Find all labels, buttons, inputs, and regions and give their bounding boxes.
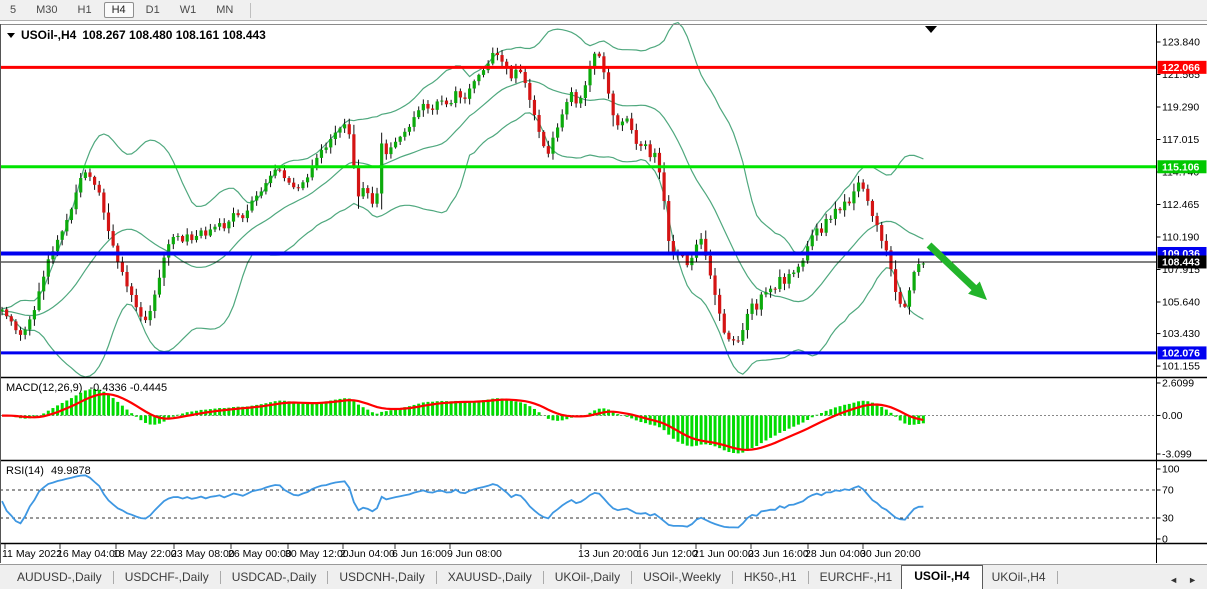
svg-text:26 May 00:00: 26 May 00:00 bbox=[228, 548, 292, 560]
rsi-value: 49.9878 bbox=[51, 465, 91, 477]
svg-text:16 Jun 12:00: 16 Jun 12:00 bbox=[637, 548, 698, 560]
tab-usdchf-daily[interactable]: USDCHF-,Daily bbox=[116, 566, 218, 589]
candles bbox=[0, 48, 925, 346]
tab-divider bbox=[808, 571, 809, 584]
svg-text:112.465: 112.465 bbox=[1162, 199, 1199, 211]
svg-text:119.290: 119.290 bbox=[1162, 102, 1199, 114]
tab-scroll-right-icon[interactable]: ► bbox=[1188, 575, 1197, 585]
macd-name: MACD(12,26,9) bbox=[6, 382, 82, 394]
date-axis: 11 May 202216 May 04:0018 May 22:0023 Ma… bbox=[2, 544, 921, 560]
macd-indicator-label: MACD(12,26,9) -0.4336 -0.4445 bbox=[6, 382, 167, 394]
tab-usdcad-daily[interactable]: USDCAD-,Daily bbox=[223, 566, 326, 589]
chart-title: USOil-,H4 108.267 108.480 108.161 108.44… bbox=[7, 28, 266, 42]
tab-divider bbox=[327, 571, 328, 584]
svg-text:11 May 2022: 11 May 2022 bbox=[2, 548, 62, 560]
tab-divider bbox=[220, 571, 221, 584]
tab-divider bbox=[631, 571, 632, 584]
tab-divider bbox=[732, 571, 733, 584]
svg-text:122.066: 122.066 bbox=[1162, 62, 1200, 74]
svg-text:13 Jun 20:00: 13 Jun 20:00 bbox=[578, 548, 639, 560]
svg-text:30 Jun 20:00: 30 Jun 20:00 bbox=[860, 548, 921, 560]
rsi-name: RSI(14) bbox=[6, 465, 44, 477]
tab-eurchf-h1[interactable]: EURCHF-,H1 bbox=[811, 566, 902, 589]
panel-borders bbox=[0, 24, 1207, 563]
tab-scroll-left-icon[interactable]: ◄ bbox=[1169, 575, 1178, 585]
tab-usdcnh-daily[interactable]: USDCNH-,Daily bbox=[330, 566, 433, 589]
tab-divider bbox=[1057, 571, 1058, 584]
svg-text:117.015: 117.015 bbox=[1162, 134, 1199, 146]
svg-text:2 Jun 04:00: 2 Jun 04:00 bbox=[340, 548, 395, 560]
tab-divider bbox=[436, 571, 437, 584]
svg-text:108.443: 108.443 bbox=[1162, 256, 1200, 268]
svg-text:0.00: 0.00 bbox=[1162, 410, 1183, 422]
svg-text:23 May 08:00: 23 May 08:00 bbox=[171, 548, 235, 560]
svg-text:123.840: 123.840 bbox=[1162, 37, 1200, 49]
rsi-line bbox=[2, 475, 923, 527]
tab-divider bbox=[113, 571, 114, 584]
svg-text:2.6099: 2.6099 bbox=[1162, 378, 1194, 390]
tab-audusd-daily[interactable]: AUDUSD-,Daily bbox=[8, 566, 111, 589]
svg-text:70: 70 bbox=[1162, 485, 1174, 497]
tab-xauusd-daily[interactable]: XAUUSD-,Daily bbox=[439, 566, 541, 589]
svg-text:110.190: 110.190 bbox=[1162, 232, 1199, 244]
svg-text:30: 30 bbox=[1162, 513, 1174, 525]
macd-panel bbox=[0, 389, 1156, 453]
macd-values: -0.4336 -0.4445 bbox=[89, 382, 167, 394]
tab-divider bbox=[543, 571, 544, 584]
svg-text:103.430: 103.430 bbox=[1162, 328, 1200, 340]
tab-usoil-weekly[interactable]: USOil-,Weekly bbox=[634, 566, 730, 589]
symbol-dropdown-icon[interactable] bbox=[7, 33, 15, 38]
tab-usoil-h4[interactable]: USOil-,H4 bbox=[901, 565, 982, 589]
svg-text:16 May 04:00: 16 May 04:00 bbox=[57, 548, 121, 560]
tab-ukoil-daily[interactable]: UKOil-,Daily bbox=[546, 566, 629, 589]
rsi-indicator-label: RSI(14) 49.9878 bbox=[6, 465, 91, 477]
svg-text:100: 100 bbox=[1162, 464, 1180, 476]
tab-scroll-arrows: ◄► bbox=[1169, 575, 1197, 585]
svg-text:-3.099: -3.099 bbox=[1162, 448, 1192, 460]
svg-text:21 Jun 00:00: 21 Jun 00:00 bbox=[693, 548, 754, 560]
horizontal-lines[interactable] bbox=[0, 67, 1156, 353]
chart-symbol: USOil-,H4 bbox=[21, 28, 76, 42]
tab-hk50-h1[interactable]: HK50-,H1 bbox=[735, 566, 806, 589]
chart-ohlc-values: 108.267 108.480 108.161 108.443 bbox=[82, 28, 266, 42]
svg-text:0: 0 bbox=[1162, 534, 1168, 546]
svg-text:9 Jun 08:00: 9 Jun 08:00 bbox=[447, 548, 502, 560]
price-axis: 123.840121.565119.290117.015114.740112.4… bbox=[1157, 37, 1201, 546]
svg-text:101.155: 101.155 bbox=[1162, 361, 1200, 373]
chart-shift-marker-icon bbox=[925, 26, 937, 33]
bollinger-bands bbox=[2, 23, 923, 377]
chart-plot-area[interactable]: 123.840121.565119.290117.015114.740112.4… bbox=[0, 0, 1207, 564]
rsi-panel bbox=[0, 475, 1156, 527]
svg-text:18 May 22:00: 18 May 22:00 bbox=[113, 548, 177, 560]
tab-ukoil-h4[interactable]: UKOil-,H4 bbox=[983, 566, 1055, 589]
svg-text:6 Jun 16:00: 6 Jun 16:00 bbox=[392, 548, 447, 560]
svg-text:115.106: 115.106 bbox=[1162, 161, 1200, 173]
svg-text:28 Jun 04:00: 28 Jun 04:00 bbox=[805, 548, 866, 560]
trading-terminal-window: 5M30H1H4D1W1MN 123.840121.565119.290117.… bbox=[0, 0, 1207, 589]
chart-tabbar: AUDUSD-,DailyUSDCHF-,DailyUSDCAD-,DailyU… bbox=[0, 564, 1207, 589]
svg-text:102.076: 102.076 bbox=[1162, 347, 1200, 359]
svg-text:105.640: 105.640 bbox=[1162, 297, 1200, 309]
svg-text:23 Jun 16:00: 23 Jun 16:00 bbox=[748, 548, 809, 560]
